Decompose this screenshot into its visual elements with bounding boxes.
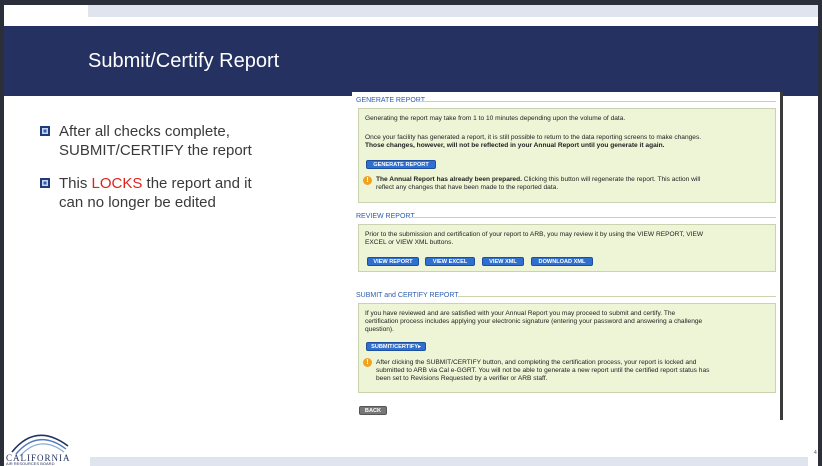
view-report-button[interactable]: VIEW REPORT <box>367 257 419 266</box>
warning-icon: ! <box>363 358 372 367</box>
review-section-title: REVIEW REPORT <box>356 213 415 220</box>
review-line1: Prior to the submission and certificatio… <box>365 231 704 238</box>
submit-warning-line1: After clicking the SUBMIT/CERTIFY button… <box>376 359 697 366</box>
submit-line1: If you have reviewed and are satisfied w… <box>365 310 676 317</box>
bullet-square-icon <box>40 178 50 188</box>
submit-line2: certification process includes applying … <box>365 318 703 325</box>
page-number: 4 <box>814 450 817 456</box>
bullet-text: After all checks complete, SUBMIT/CERTIF… <box>59 123 252 159</box>
generate-line1: Generating the report may take from 1 to… <box>365 115 626 122</box>
generate-panel: Generating the report may take from 1 to… <box>358 108 776 203</box>
submit-section-title: SUBMIT and CERTIFY REPORT <box>356 292 459 299</box>
section-divider <box>458 296 776 297</box>
right-border <box>818 0 822 466</box>
top-accent-strip <box>88 5 818 17</box>
logo-subtitle: AIR RESOURCES BOARD <box>6 461 55 466</box>
submit-certify-button[interactable]: SUBMIT/CERTIFY▸ <box>366 342 426 351</box>
locks-emphasis: LOCKS <box>91 175 143 192</box>
download-xml-button[interactable]: DOWNLOAD XML <box>531 257 593 266</box>
bullet-item: After all checks complete, SUBMIT/CERTIF… <box>40 122 300 160</box>
bullet-text: This LOCKS the report and it can no long… <box>59 175 252 211</box>
back-button[interactable]: BACK <box>359 406 387 415</box>
generate-warning-line2: reflect any changes that have been made … <box>376 184 559 191</box>
generate-line3: Those changes, however, will not be refl… <box>365 142 665 149</box>
generate-line2: Once your facility has generated a repor… <box>365 134 702 141</box>
report-screenshot: GENERATE REPORT Generating the report ma… <box>352 92 783 420</box>
review-line2: EXCEL or VIEW XML buttons. <box>365 239 454 246</box>
submit-warning-line2: submitted to ARB via Cal e-GGRT. You wil… <box>376 367 710 374</box>
submit-panel: If you have reviewed and are satisfied w… <box>358 303 776 393</box>
submit-warning-line3: been set to Revisions Requested by a ver… <box>376 375 548 382</box>
generate-report-button[interactable]: GENERATE REPORT <box>366 160 436 169</box>
section-divider <box>416 101 776 102</box>
arrow-right-icon: ▸ <box>418 344 421 350</box>
generate-warning: The Annual Report has already been prepa… <box>376 176 701 183</box>
generate-section-title: GENERATE REPORT <box>356 97 425 104</box>
view-xml-button[interactable]: VIEW XML <box>482 257 524 266</box>
slide-title: Submit/Certify Report <box>88 50 280 72</box>
bullet-item: This LOCKS the report and it can no long… <box>40 174 300 212</box>
bullet-square-icon <box>40 126 50 136</box>
bottom-accent-strip <box>90 457 808 466</box>
warning-icon: ! <box>363 176 372 185</box>
view-excel-button[interactable]: VIEW EXCEL <box>425 257 475 266</box>
bullet-list: After all checks complete, SUBMIT/CERTIF… <box>40 122 300 226</box>
review-panel: Prior to the submission and certificatio… <box>358 224 776 272</box>
submit-line3: question). <box>365 326 394 333</box>
section-divider <box>410 217 776 218</box>
